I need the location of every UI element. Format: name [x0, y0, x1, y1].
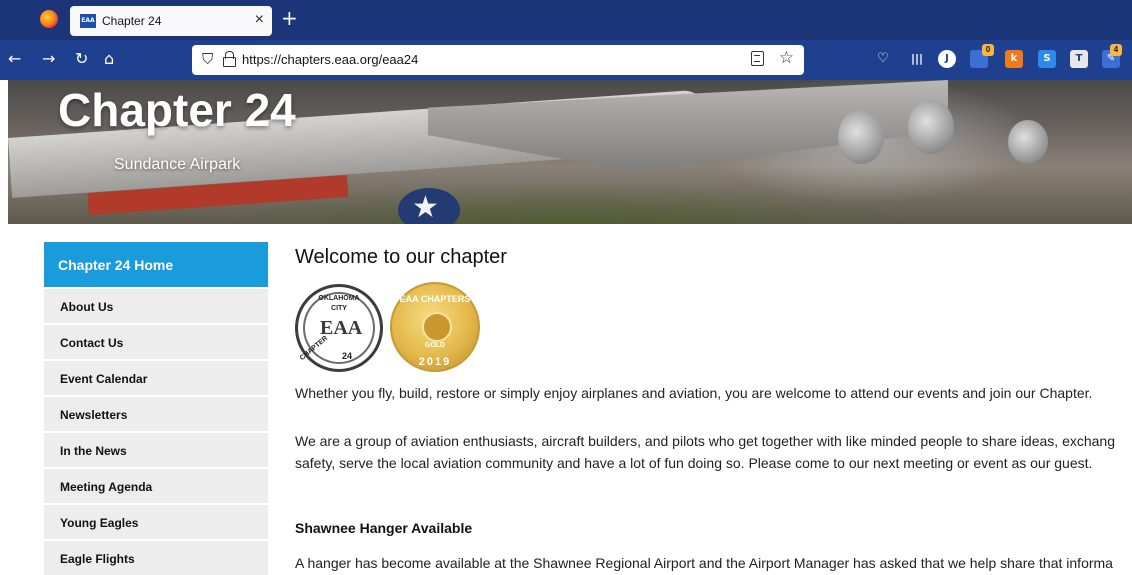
- extension-s-icon[interactable]: S: [1038, 50, 1056, 68]
- new-tab-icon[interactable]: +: [281, 8, 298, 28]
- bookmark-star-icon[interactable]: ☆: [779, 48, 794, 68]
- hero-engine: [838, 110, 884, 164]
- hero-subtitle: Sundance Airpark: [114, 156, 241, 173]
- hero-engine: [908, 100, 954, 154]
- page-title: Welcome to our chapter: [295, 246, 507, 268]
- eaa-gold-chapter-2019-badge: EAA CHAPTERS GOLD 2019: [390, 282, 480, 372]
- home-icon[interactable]: ⌂: [104, 50, 114, 68]
- sidebar-item-about-us[interactable]: About Us: [44, 289, 268, 323]
- hangar-paragraph: A hanger has become available at the Sha…: [295, 555, 1113, 571]
- tracking-shield-icon[interactable]: ⛉: [202, 50, 213, 68]
- lock-icon[interactable]: [223, 51, 236, 67]
- sidebar-item-home[interactable]: Chapter 24 Home: [44, 242, 268, 287]
- sidebar-item-young-eagles[interactable]: Young Eagles: [44, 505, 268, 539]
- browser-tab-strip: EAA Chapter 24 × +: [0, 0, 1132, 40]
- firefox-logo-icon[interactable]: [40, 10, 58, 28]
- browser-tab[interactable]: EAA Chapter 24 ×: [70, 6, 272, 36]
- chapter-sidebar-nav: Chapter 24 Home About Us Contact Us Even…: [44, 242, 268, 575]
- roundel-star-icon: [398, 188, 460, 224]
- extension-j-icon[interactable]: J: [938, 50, 956, 68]
- sidebar-item-event-calendar[interactable]: Event Calendar: [44, 361, 268, 395]
- about-paragraph-line-2: safety, serve the local aviation communi…: [295, 455, 1093, 471]
- url-text[interactable]: https://chapters.eaa.org/eaa24: [242, 52, 418, 67]
- reader-view-icon[interactable]: [751, 51, 764, 66]
- extension-t-icon[interactable]: T: [1070, 50, 1088, 68]
- reload-icon[interactable]: ↻: [75, 50, 88, 68]
- sidebar-item-eagle-flights[interactable]: Eagle Flights: [44, 541, 268, 575]
- address-bar[interactable]: ⛉ https://chapters.eaa.org/eaa24 ☆: [192, 45, 804, 75]
- chapter-logos: OKLAHOMA CITY EAA CHAPTER 24 EAA CHAPTER…: [295, 280, 495, 376]
- hero-title: Chapter 24: [58, 84, 296, 136]
- pocket-icon[interactable]: ♡: [874, 50, 892, 68]
- close-tab-icon[interactable]: ×: [255, 11, 264, 29]
- main-content: Welcome to our chapter OKLAHOMA CITY EAA…: [295, 246, 1132, 571]
- tab-title: Chapter 24: [102, 14, 162, 28]
- hangar-heading: Shawnee Hanger Available: [295, 520, 473, 536]
- intro-paragraph: Whether you fly, build, restore or simpl…: [295, 385, 1093, 401]
- hero-engine: [1008, 120, 1048, 164]
- about-paragraph-line-1: We are a group of aviation enthusiasts, …: [295, 433, 1116, 449]
- library-icon[interactable]: |||: [908, 50, 926, 68]
- forward-icon[interactable]: →: [42, 50, 55, 68]
- globe-icon: [422, 312, 452, 342]
- okc-chapter-24-logo: OKLAHOMA CITY EAA CHAPTER 24: [295, 284, 383, 372]
- sidebar-item-in-the-news[interactable]: In the News: [44, 433, 268, 467]
- extension-badge: 4: [1110, 44, 1122, 56]
- sidebar-item-newsletters[interactable]: Newsletters: [44, 397, 268, 431]
- sidebar-item-contact-us[interactable]: Contact Us: [44, 325, 268, 359]
- extension-badge: 0: [982, 44, 994, 56]
- sidebar-item-meeting-agenda[interactable]: Meeting Agenda: [44, 469, 268, 503]
- back-icon[interactable]: ←: [8, 50, 21, 68]
- extension-orange-icon[interactable]: k: [1005, 50, 1023, 68]
- eaa-favicon-icon: EAA: [80, 14, 96, 28]
